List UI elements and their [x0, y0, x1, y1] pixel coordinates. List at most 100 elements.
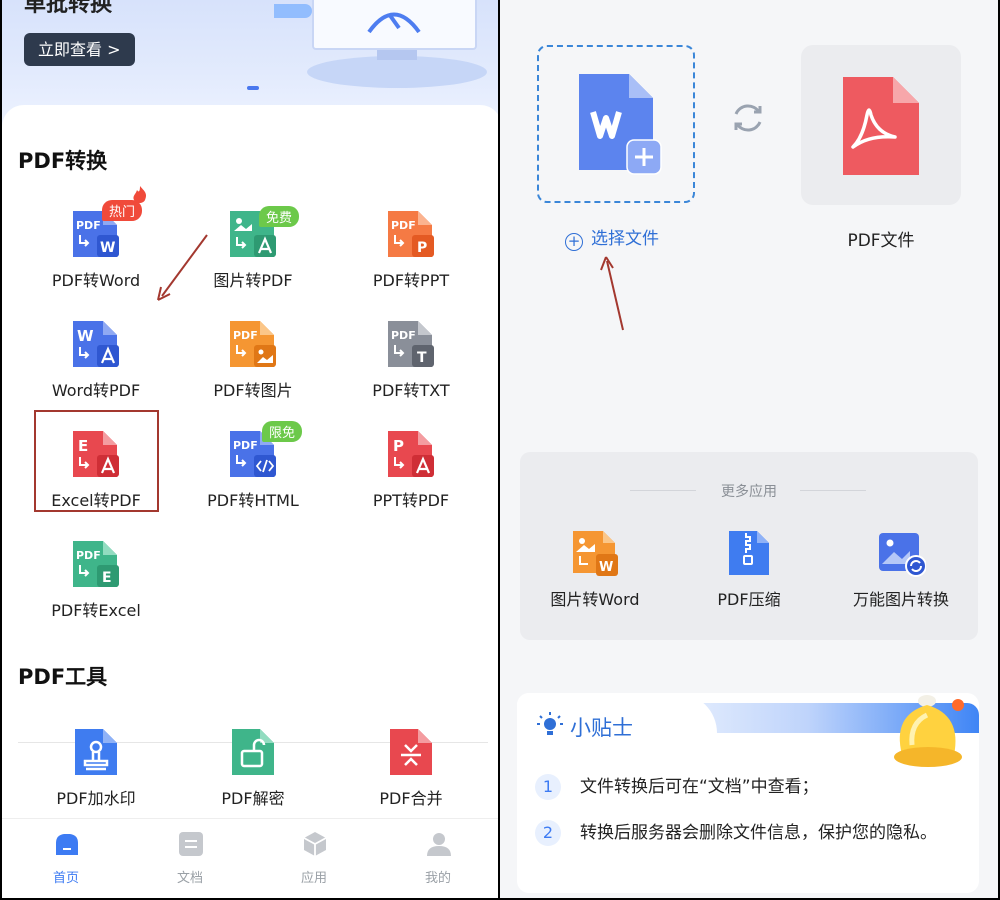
home-icon	[56, 834, 78, 855]
annotation-arrow-icon	[157, 234, 208, 301]
nav-label: 文档	[176, 871, 203, 886]
apps-icon	[303, 832, 327, 856]
svg-text:PDF: PDF	[391, 219, 416, 232]
tip-number: 2	[535, 820, 561, 846]
plus-circle-icon: +	[565, 233, 583, 251]
svg-text:PDF: PDF	[76, 219, 101, 232]
tool-pdf-to-image[interactable]: PDF PDF转图片	[178, 317, 328, 417]
bottom-navigation: 首页 文档 应用 我的	[2, 818, 498, 898]
tool-label: PDF转图片	[213, 381, 293, 400]
select-file-button[interactable]: + 选择文件	[565, 224, 659, 251]
tip-number: 1	[535, 774, 561, 800]
svg-text:T: T	[417, 350, 427, 366]
app-image-convert[interactable]: 万能图片转换	[826, 528, 976, 618]
more-apps-panel: 更多应用 W 图片转Word PDF压缩 万能图片转换	[520, 452, 978, 640]
free-badge: 免费	[259, 206, 300, 227]
pdf-to-txt-icon: PDF T	[388, 321, 434, 367]
pdf-to-image-icon: PDF	[230, 321, 276, 367]
home-screen: 单批转换 立即查看 > PDF转换 PDF W PDF转Word 热门 图片转P…	[0, 0, 500, 900]
pdf-to-excel-icon: PDF E	[73, 541, 119, 587]
svg-text:W: W	[77, 327, 94, 345]
svg-text:E: E	[102, 570, 112, 586]
nav-label: 我的	[424, 871, 451, 886]
svg-text:W: W	[599, 560, 613, 575]
convert-sync-icon	[734, 104, 762, 132]
section-title-pdf-tools: PDF工具	[18, 665, 108, 689]
tool-label: PDF转Word	[51, 271, 141, 290]
tool-label: PDF转PPT	[372, 271, 450, 290]
tool-label: PDF转Excel	[51, 601, 141, 620]
image-convert-icon	[879, 533, 926, 577]
nav-home[interactable]: 首页	[16, 831, 116, 891]
tool-pdf-to-txt[interactable]: PDF T PDF转TXT	[336, 317, 486, 417]
profile-icon	[427, 833, 451, 856]
flame-icon	[133, 186, 147, 203]
select-file-label: 选择文件	[591, 229, 659, 249]
file-drop-zone[interactable]	[537, 45, 695, 203]
svg-text:PDF: PDF	[76, 549, 101, 562]
bell-illustration	[894, 695, 964, 767]
pdf-file-icon	[843, 77, 919, 175]
document-icon	[179, 832, 203, 856]
tool-pdf-to-ppt[interactable]: PDF P PDF转PPT	[336, 207, 486, 307]
app-image-to-word[interactable]: W 图片转Word	[520, 528, 670, 618]
pdf-to-ppt-icon: PDF P	[388, 211, 434, 257]
annotation-highlight-box	[34, 410, 159, 512]
tip-text: 文件转换后可在“文档”中查看；	[580, 777, 819, 797]
more-apps-title: 更多应用	[721, 484, 777, 500]
svg-text:W: W	[100, 240, 115, 256]
tool-pdf-to-html[interactable]: PDF PDF转HTML	[178, 427, 328, 527]
nav-documents[interactable]: 文档	[140, 831, 240, 891]
app-label: 图片转Word	[550, 590, 640, 609]
app-label: PDF压缩	[717, 590, 781, 609]
unlock-icon	[232, 729, 274, 775]
tips-title: 小贴士	[570, 716, 633, 740]
lightbulb-icon	[537, 712, 563, 735]
nav-label: 首页	[52, 871, 79, 886]
svg-text:PDF: PDF	[233, 329, 258, 342]
pdf-output-label: PDF文件	[847, 231, 915, 251]
banner-title: 单批转换	[24, 0, 113, 17]
tool-label: PDF解密	[221, 789, 285, 808]
merge-icon	[390, 729, 432, 775]
nav-profile[interactable]: 我的	[388, 831, 488, 891]
tool-label: PDF加水印	[56, 789, 136, 808]
nav-label: 应用	[300, 871, 327, 886]
svg-text:P: P	[393, 437, 404, 455]
view-now-button[interactable]: 立即查看 >	[24, 33, 135, 66]
tip-text: 转换后服务器会删除文件信息，保护您的隐私。	[580, 823, 937, 843]
annotation-arrow-icon	[600, 256, 624, 331]
tool-label: PDF合并	[379, 789, 443, 808]
app-label: 万能图片转换	[852, 590, 949, 609]
limited-free-badge: 限免	[262, 421, 303, 442]
tool-pdf-merge[interactable]: PDF合并	[336, 725, 486, 825]
compress-icon	[729, 531, 769, 575]
monitor-stand-illustration	[307, 50, 487, 88]
pdf-output-card	[801, 45, 961, 205]
tool-pdf-watermark[interactable]: PDF加水印	[21, 725, 171, 825]
section-title-conversion: PDF转换	[18, 149, 108, 173]
tools-card: PDF转换 PDF W PDF转Word 热门 图片转PDF 免费 PDF P …	[2, 105, 498, 898]
carousel-indicator[interactable]	[247, 86, 259, 90]
svg-text:P: P	[417, 240, 427, 256]
ppt-to-pdf-icon: P	[388, 431, 434, 477]
title-rule-right	[800, 490, 866, 491]
app-pdf-compress[interactable]: PDF压缩	[674, 528, 824, 618]
tool-label: PDF转TXT	[372, 381, 450, 400]
nav-apps[interactable]: 应用	[264, 831, 364, 891]
watermark-icon	[75, 729, 117, 775]
tool-word-to-pdf[interactable]: W Word转PDF	[21, 317, 171, 417]
svg-text:PDF: PDF	[233, 439, 258, 452]
monitor-illustration	[274, 0, 477, 50]
word-file-add-icon	[579, 74, 662, 175]
tool-label: PDF转HTML	[207, 491, 299, 510]
word-to-pdf-screen: + 选择文件 PDF文件 更多应用 W 图片转Word PDF压缩 万能图片转换…	[500, 0, 1000, 900]
tool-label: PPT转PDF	[372, 491, 450, 510]
tool-pdf-unlock[interactable]: PDF解密	[178, 725, 328, 825]
tool-pdf-to-word[interactable]: PDF W PDF转Word	[21, 207, 171, 307]
tool-ppt-to-pdf[interactable]: P PPT转PDF	[336, 427, 486, 527]
tips-card: 小贴士 1 文件转换后可在“文档”中查看； 2 转换后服务器会删除文件信息，保护…	[517, 693, 979, 893]
word-to-pdf-icon: W	[73, 321, 119, 367]
tool-pdf-to-excel[interactable]: PDF E PDF转Excel	[21, 537, 171, 637]
svg-text:PDF: PDF	[391, 329, 416, 342]
